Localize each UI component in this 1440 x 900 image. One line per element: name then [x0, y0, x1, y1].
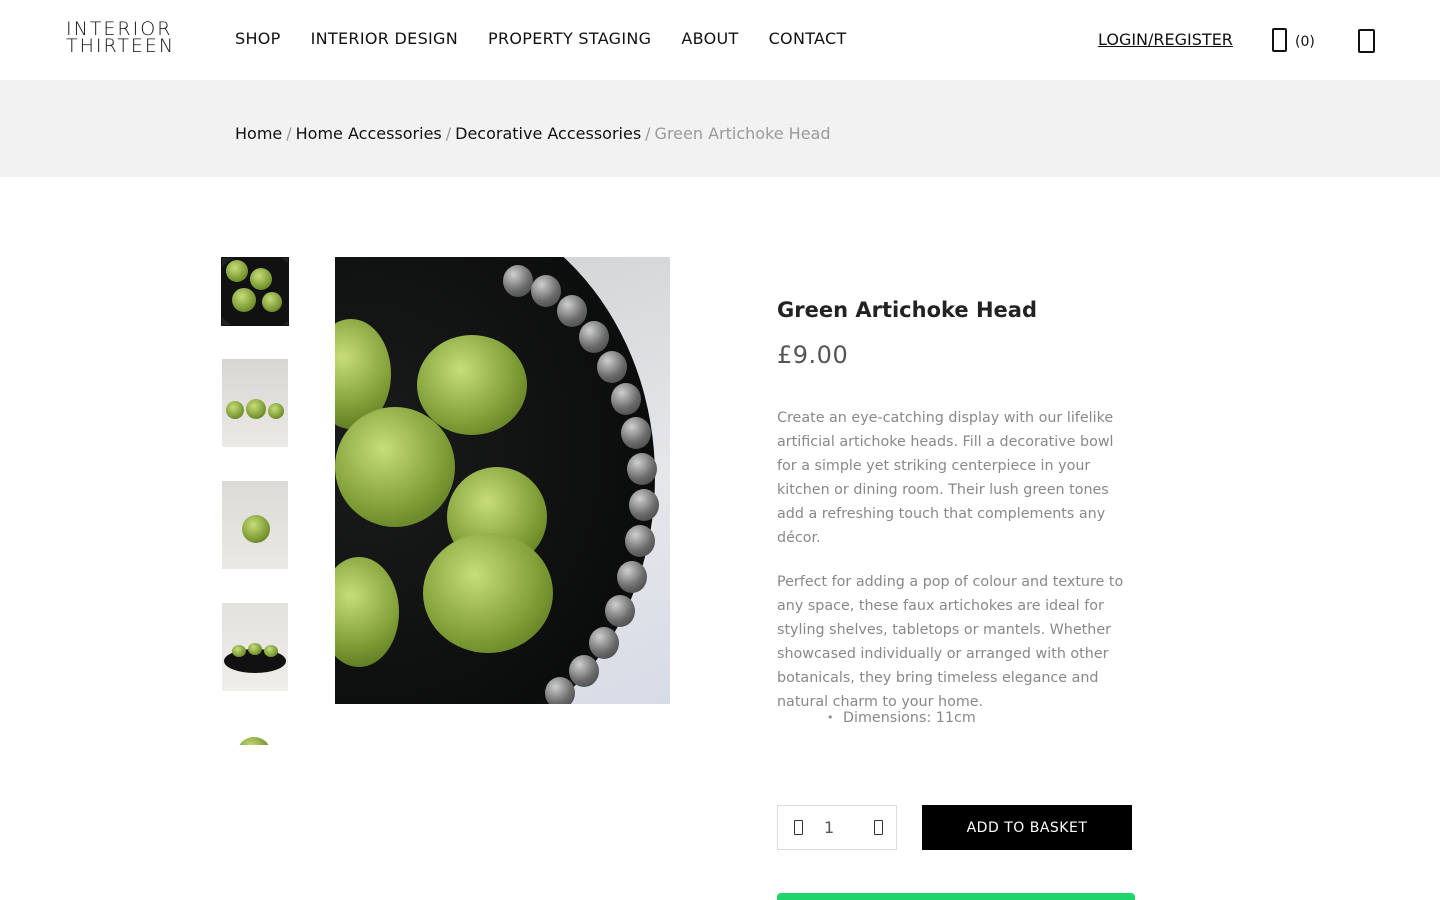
cart-count: (0)	[1295, 34, 1315, 50]
nav-shop[interactable]: SHOP	[235, 29, 281, 48]
thumbnail-2[interactable]	[222, 359, 288, 447]
nav-interior-design[interactable]: INTERIOR DESIGN	[311, 29, 458, 48]
cart-button[interactable]: (0)	[1272, 28, 1315, 52]
quantity-increase-button[interactable]	[874, 820, 883, 835]
product-main-image[interactable]	[335, 257, 670, 704]
product-title: Green Artichoke Head	[777, 298, 1037, 322]
nav-property-staging[interactable]: PROPERTY STAGING	[488, 29, 651, 48]
thumbnail-5[interactable]	[222, 725, 288, 745]
shopping-bag-icon	[1272, 28, 1287, 52]
quantity-value[interactable]: 1	[824, 818, 834, 837]
site-logo[interactable]: INTERIOR THIRTEEN	[66, 20, 176, 57]
breadcrumb-bar: Home / Home Accessories / Decorative Accesso…	[0, 80, 1440, 177]
breadcrumb-separator: /	[286, 124, 292, 143]
nav-contact[interactable]: CONTACT	[769, 29, 847, 48]
product-description: Create an eye-catching display with our …	[777, 406, 1137, 734]
breadcrumb-home-accessories[interactable]: Home Accessories	[296, 124, 442, 143]
quantity-decrease-button[interactable]	[794, 820, 803, 835]
description-paragraph-2: Perfect for adding a pop of colour and t…	[777, 574, 1124, 710]
description-paragraph-1: Create an eye-catching display with our …	[777, 410, 1114, 546]
thumbnail-4[interactable]	[222, 603, 288, 691]
breadcrumb-home[interactable]: Home	[235, 124, 282, 143]
nav-about[interactable]: ABOUT	[681, 29, 738, 48]
breadcrumb-separator: /	[645, 124, 651, 143]
thumbnail-3[interactable]	[222, 481, 288, 569]
add-to-basket-button[interactable]: ADD TO BASKET	[922, 805, 1132, 850]
breadcrumb-current: Green Artichoke Head	[654, 124, 831, 143]
spec-dimensions: Dimensions: 11cm	[827, 710, 976, 726]
thumbnail-1[interactable]	[221, 257, 289, 326]
site-header: INTERIOR THIRTEEN SHOP INTERIOR DESIGN P…	[0, 0, 1440, 80]
express-checkout-button[interactable]	[777, 893, 1135, 900]
product-price: £9.00	[777, 341, 849, 369]
quantity-stepper: 1	[777, 805, 897, 850]
breadcrumb-separator: /	[445, 124, 452, 143]
breadcrumb: Home / Home Accessories / Decorative Accesso…	[235, 124, 831, 143]
thumbnail-strip	[221, 257, 289, 745]
logo-line-2: THIRTEEN	[66, 35, 176, 57]
breadcrumb-decorative-accessories[interactable]: Decorative Accessories	[455, 124, 641, 143]
login-register-link[interactable]: LOGIN/REGISTER	[1098, 30, 1233, 49]
menu-icon[interactable]	[1358, 29, 1375, 53]
main-nav: SHOP INTERIOR DESIGN PROPERTY STAGING AB…	[235, 29, 847, 48]
